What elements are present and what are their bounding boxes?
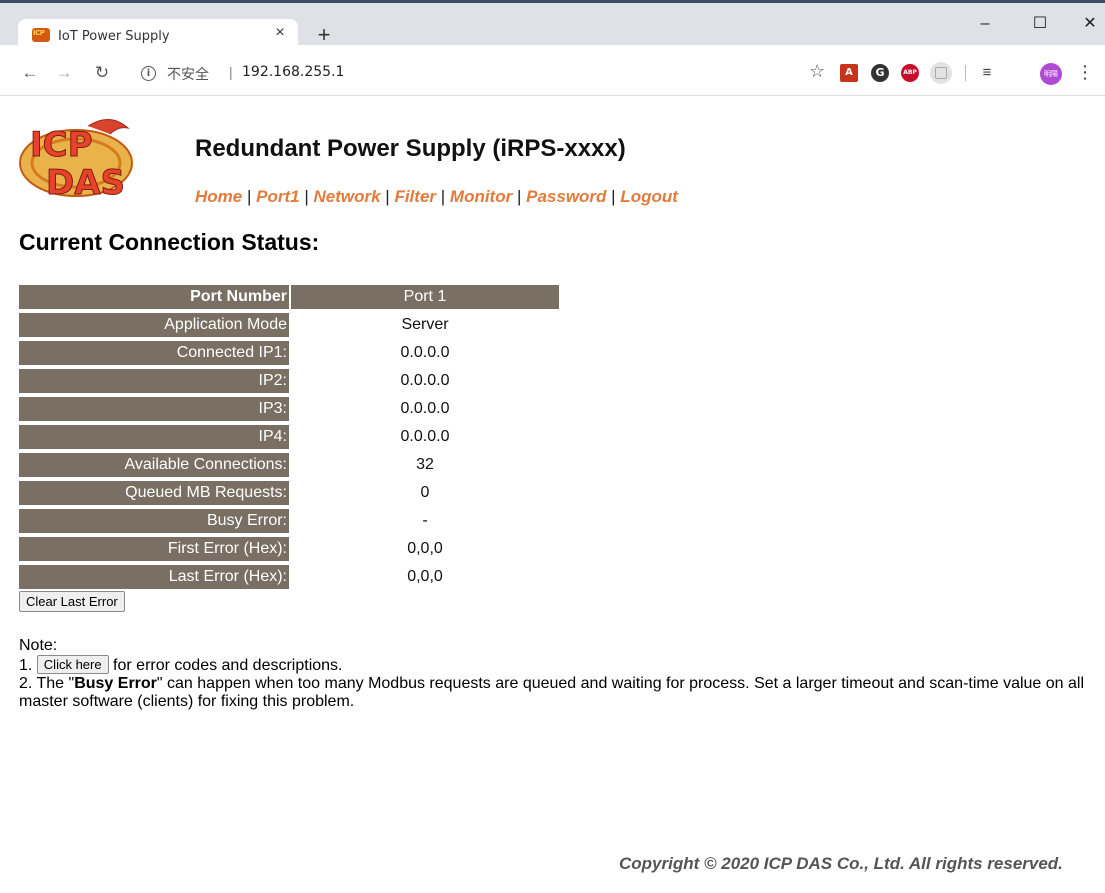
forward-arrow-icon[interactable]: → xyxy=(53,62,75,84)
table-header-row: Port Number Port 1 xyxy=(19,285,559,309)
nav-password-link[interactable]: Password xyxy=(526,187,606,206)
url-text[interactable]: 192.168.255.1 xyxy=(242,64,344,80)
icpdas-logo: ICP DAS xyxy=(19,119,133,204)
nav-separator: | xyxy=(440,187,446,206)
row-label: Busy Error: xyxy=(19,509,291,533)
notes-section: Note: 1. Click here for error codes and … xyxy=(19,637,1089,711)
table-row: Busy Error: - xyxy=(19,509,559,533)
table-row: First Error (Hex): 0,0,0 xyxy=(19,537,559,561)
tab-bar: ICP IoT Power Supply × + – ☐ ✕ xyxy=(0,3,1105,54)
table-row: Queued MB Requests: 0 xyxy=(19,481,559,505)
table-row: IP4: 0.0.0.0 xyxy=(19,425,559,449)
close-window-icon[interactable]: ✕ xyxy=(1075,13,1105,35)
reload-icon[interactable]: ↻ xyxy=(91,62,113,84)
note-item-2: 2. The "Busy Error" can happen when too … xyxy=(19,675,1089,711)
note-item-1: 1. Click here for error codes and descri… xyxy=(19,655,1089,675)
maximize-icon[interactable]: ☐ xyxy=(1025,13,1055,35)
minimize-icon[interactable]: – xyxy=(970,13,1000,35)
top-nav: Home | Port1 | Network | Filter | Monito… xyxy=(195,187,678,207)
nav-separator: | xyxy=(304,187,309,206)
row-label: Queued MB Requests: xyxy=(19,481,291,505)
row-value: Server xyxy=(401,316,449,333)
nav-port1-link[interactable]: Port1 xyxy=(256,187,299,206)
click-here-button[interactable]: Click here xyxy=(36,655,109,674)
bookmark-star-icon[interactable]: ☆ xyxy=(809,61,825,82)
row-label: IP4: xyxy=(19,425,291,449)
table-row: IP2: 0.0.0.0 xyxy=(19,369,559,393)
table-row: Available Connections: 32 xyxy=(19,453,559,477)
row-label: First Error (Hex): xyxy=(19,537,291,561)
table-row: Last Error (Hex): 0,0,0 xyxy=(19,565,559,589)
note-number: 1. xyxy=(19,657,33,674)
row-value: - xyxy=(422,512,428,529)
tab-title: IoT Power Supply xyxy=(58,29,170,44)
browser-toolbar: ← → ↻ i 不安全 | 192.168.255.1 ☆ A G ABP ≡ … xyxy=(0,51,1105,96)
nav-separator: | xyxy=(246,187,252,206)
icpdas-favicon-icon: ICP xyxy=(32,28,50,42)
back-arrow-icon[interactable]: ← xyxy=(19,62,41,84)
insecure-label: 不安全 xyxy=(167,67,209,83)
nav-network-link[interactable]: Network xyxy=(313,187,380,206)
notes-title: Note: xyxy=(19,637,58,654)
row-label: Available Connections: xyxy=(19,453,291,477)
address-bar[interactable]: i 不安全 | 192.168.255.1 ☆ xyxy=(133,58,833,88)
row-value: 0 xyxy=(420,484,430,501)
row-value: 32 xyxy=(416,456,434,473)
nav-logout-link[interactable]: Logout xyxy=(620,187,678,206)
table-row: IP3: 0.0.0.0 xyxy=(19,397,559,421)
new-tab-icon[interactable]: + xyxy=(314,24,334,46)
row-value: 0.0.0.0 xyxy=(400,344,450,361)
port-number-label: Port Number xyxy=(19,285,291,309)
row-label: IP3: xyxy=(19,397,291,421)
row-value: 0,0,0 xyxy=(407,568,443,585)
port-number-value: Port 1 xyxy=(291,285,559,309)
pdf-extension-icon[interactable]: A xyxy=(840,64,858,82)
profile-avatar[interactable]: 明陽 xyxy=(1040,63,1062,85)
nav-separator: | xyxy=(385,187,390,206)
grammar-extension-icon[interactable]: G xyxy=(871,64,889,82)
row-label: Last Error (Hex): xyxy=(19,565,291,589)
tab-close-icon[interactable]: × xyxy=(271,24,289,42)
nav-filter-link[interactable]: Filter xyxy=(394,187,436,206)
address-divider: | xyxy=(229,64,233,80)
adblock-extension-icon[interactable]: ABP xyxy=(901,64,919,82)
page-title: Redundant Power Supply (iRPS-xxxx) xyxy=(195,135,626,162)
svg-text:DAS: DAS xyxy=(46,163,125,203)
browser-tab[interactable]: ICP IoT Power Supply × xyxy=(18,19,298,54)
extension-box-icon[interactable] xyxy=(930,62,952,84)
nav-separator: | xyxy=(516,187,522,206)
busy-error-term: Busy Error xyxy=(74,675,157,692)
row-label: Connected IP1: xyxy=(19,341,291,365)
note-text: " can happen when too many Modbus reques… xyxy=(19,675,1085,710)
row-value: 0.0.0.0 xyxy=(400,400,450,417)
row-label: IP2: xyxy=(19,369,291,393)
row-value: 0.0.0.0 xyxy=(400,428,450,445)
nav-home-link[interactable]: Home xyxy=(195,187,242,206)
row-label: Application Mode xyxy=(19,313,291,337)
nav-separator: | xyxy=(611,187,616,206)
svg-text:ICP: ICP xyxy=(30,125,93,165)
table-row: Connected IP1: 0.0.0.0 xyxy=(19,341,559,365)
toolbar-divider xyxy=(965,65,966,81)
media-queue-icon[interactable]: ≡ xyxy=(978,64,996,82)
copyright-footer: Copyright © 2020 ICP DAS Co., Ltd. All r… xyxy=(619,854,1063,873)
note-prefix: 2. The " xyxy=(19,675,75,692)
nav-monitor-link[interactable]: Monitor xyxy=(450,187,512,206)
clear-last-error-button[interactable]: Clear Last Error xyxy=(19,591,125,612)
row-value: 0,0,0 xyxy=(407,540,443,557)
row-value: 0.0.0.0 xyxy=(400,372,450,389)
note-text: for error codes and descriptions. xyxy=(113,657,343,674)
connection-status-table: Port Number Port 1 Application Mode Serv… xyxy=(19,281,559,593)
menu-kebab-icon[interactable]: ⋮ xyxy=(1076,62,1094,83)
info-icon[interactable]: i xyxy=(141,66,156,81)
section-heading: Current Connection Status: xyxy=(19,229,320,255)
table-row: Application Mode Server xyxy=(19,313,559,337)
